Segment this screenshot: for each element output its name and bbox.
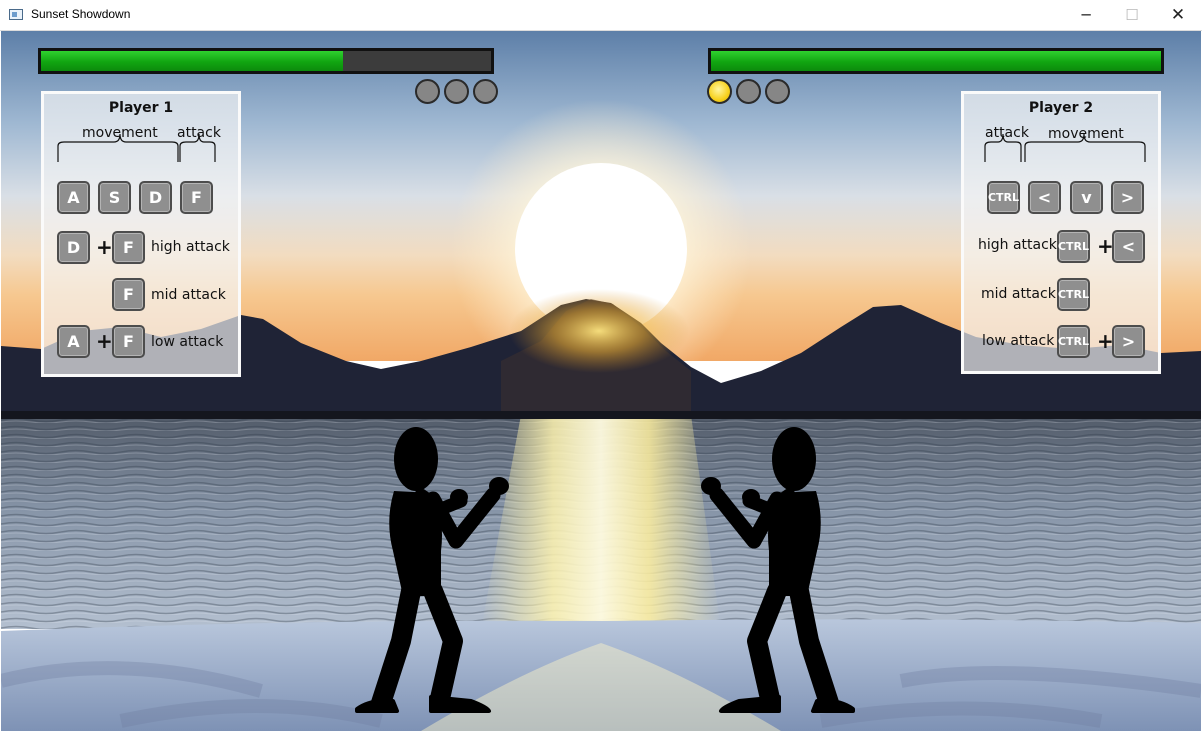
combo-high-key-2: < — [1112, 230, 1145, 263]
window-title: Sunset Showdown — [31, 7, 131, 21]
game-window: Sunset Showdown ─ ☐ ✕ Player 1 movement … — [0, 0, 1202, 732]
game-canvas[interactable]: Player 1 movement attack A S D F D + F h… — [1, 31, 1201, 731]
maximize-button[interactable]: ☐ — [1109, 0, 1155, 30]
app-icon — [9, 9, 23, 20]
key-group-brace — [984, 133, 1146, 162]
low-attack-label: low attack — [982, 333, 1055, 349]
round-indicator — [765, 79, 790, 104]
combo-plus: + — [96, 329, 113, 353]
round-indicator — [415, 79, 440, 104]
title-bar[interactable]: Sunset Showdown ─ ☐ ✕ — [0, 0, 1202, 31]
round-indicator — [473, 79, 498, 104]
combo-mid-key: F — [112, 278, 145, 311]
key-left: < — [1028, 181, 1061, 214]
key-f: F — [180, 181, 213, 214]
player-2-round-indicators — [707, 79, 790, 104]
mid-attack-label: mid attack — [981, 286, 1056, 302]
close-button[interactable]: ✕ — [1155, 0, 1201, 30]
player-2-health-fill — [711, 51, 1161, 71]
combo-high-key-2: F — [112, 231, 145, 264]
player-1-health-fill — [41, 51, 343, 71]
peak-glow — [509, 289, 689, 373]
key-group-brace — [57, 133, 216, 162]
key-right: > — [1111, 181, 1144, 214]
key-ctrl: CTRL — [987, 181, 1020, 214]
key-a: A — [57, 181, 90, 214]
round-indicator — [736, 79, 761, 104]
combo-low-key-2: F — [112, 325, 145, 358]
high-attack-label: high attack — [151, 239, 230, 255]
sun-reflection — [481, 415, 721, 629]
player-1-round-indicators — [415, 79, 498, 104]
combo-plus: + — [96, 235, 113, 259]
combo-low-key-1: CTRL — [1057, 325, 1090, 358]
combo-mid-key: CTRL — [1057, 278, 1090, 311]
player-1-health-bar — [38, 48, 494, 74]
key-d: D — [139, 181, 172, 214]
player-2-controls-panel: Player 2 attack movement CTRL < v > high… — [961, 91, 1161, 374]
combo-high-key-1: D — [57, 231, 90, 264]
combo-low-key-1: A — [57, 325, 90, 358]
player-1-controls-panel: Player 1 movement attack A S D F D + F h… — [41, 91, 241, 377]
high-attack-label: high attack — [978, 237, 1057, 253]
minimize-button[interactable]: ─ — [1063, 0, 1109, 30]
key-down: v — [1070, 181, 1103, 214]
player-2-health-bar — [708, 48, 1164, 74]
key-s: S — [98, 181, 131, 214]
combo-high-key-1: CTRL — [1057, 230, 1090, 263]
mid-attack-label: mid attack — [151, 287, 226, 303]
round-indicator — [444, 79, 469, 104]
round-indicator — [707, 79, 732, 104]
combo-low-key-2: > — [1112, 325, 1145, 358]
low-attack-label: low attack — [151, 334, 224, 350]
